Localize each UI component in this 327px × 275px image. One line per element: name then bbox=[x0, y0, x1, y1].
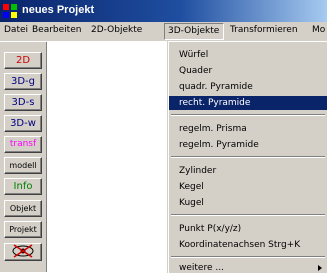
menu-item-wuerfel[interactable]: Würfel bbox=[169, 48, 327, 62]
title-bar: neues Projekt bbox=[0, 0, 327, 22]
sidebar-button-3d-g[interactable]: 3D-g bbox=[4, 73, 42, 90]
window-title: neues Projekt bbox=[22, 4, 95, 16]
sidebar-button-projekt[interactable]: Projekt bbox=[4, 221, 42, 238]
sidebar-button-2d[interactable]: 2D bbox=[4, 52, 42, 69]
menu-item-quadr-pyramide[interactable]: quadr. Pyramide bbox=[169, 80, 327, 94]
menu-item-regelm-prisma[interactable]: regelm. Prisma bbox=[169, 122, 327, 136]
sidebar-button-hide[interactable] bbox=[4, 243, 42, 261]
sidebar-button-3d-s[interactable]: 3D-s bbox=[4, 94, 42, 111]
menu-item-kugel[interactable]: Kugel bbox=[169, 196, 327, 210]
menu-datei[interactable]: Datei bbox=[4, 25, 28, 40]
sidebar-button-transf[interactable]: transf bbox=[4, 136, 42, 153]
menu-item-kegel[interactable]: Kegel bbox=[169, 180, 327, 194]
menu-bearbeiten[interactable]: Bearbeiten bbox=[32, 25, 81, 40]
no-eye-icon bbox=[12, 244, 34, 258]
menu-separator bbox=[171, 114, 325, 116]
sidebar-button-modell[interactable]: modell bbox=[4, 157, 42, 174]
menu-item-zylinder[interactable]: Zylinder bbox=[169, 164, 327, 178]
menu-mo[interactable]: Mo bbox=[312, 25, 325, 40]
menu-item-regelm-pyramide[interactable]: regelm. Pyramide bbox=[169, 138, 327, 152]
menu-item-weitere[interactable]: weitere ... bbox=[169, 261, 327, 275]
menu-separator bbox=[171, 256, 325, 258]
menu-item-quader[interactable]: Quader bbox=[169, 64, 327, 78]
tool-sidebar: 2D 3D-g 3D-s 3D-w transf modell Info Obj… bbox=[0, 42, 47, 272]
menu-item-punkt[interactable]: Punkt P(x/y/z) bbox=[169, 222, 327, 236]
sidebar-button-objekt[interactable]: Objekt bbox=[4, 200, 42, 217]
app-icon[interactable] bbox=[2, 3, 18, 19]
menu-2d-objekte[interactable]: 2D-Objekte bbox=[91, 25, 142, 40]
sidebar-button-3d-w[interactable]: 3D-w bbox=[4, 115, 42, 132]
menu-item-recht-pyramide[interactable]: recht. Pyramide bbox=[169, 96, 327, 110]
menu-separator bbox=[171, 214, 325, 216]
menu-separator bbox=[171, 156, 325, 158]
menu-bar: Datei Bearbeiten 2D-Objekte 3D-Objekte T… bbox=[0, 22, 327, 42]
submenu-arrow-icon bbox=[318, 265, 322, 271]
dropdown-3d-objekte: Würfel Quader quadr. Pyramide recht. Pyr… bbox=[168, 41, 327, 273]
menu-3d-objekte[interactable]: 3D-Objekte bbox=[164, 23, 225, 40]
menu-item-koordinatenachsen[interactable]: Koordinatenachsen Strg+K bbox=[169, 238, 327, 252]
menu-transformieren[interactable]: Transformieren bbox=[230, 25, 298, 40]
sidebar-button-info[interactable]: Info bbox=[4, 178, 42, 195]
